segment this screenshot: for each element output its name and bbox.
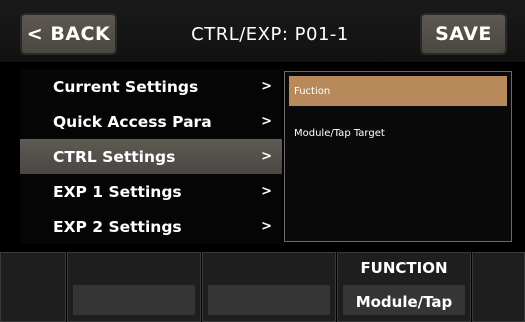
ctrl-exp-screen: < BACK CTRL/EXP: P01-1 SAVE Current Sett… — [0, 0, 525, 322]
back-button[interactable]: < BACK — [20, 13, 117, 55]
param-slot-left-edge[interactable] — [0, 252, 66, 322]
chevron-right-icon: > — [261, 149, 272, 164]
param-slot-right-edge[interactable] — [472, 252, 525, 322]
menu-item-exp1-settings[interactable]: EXP 1 Settings > — [20, 174, 282, 209]
menu-item-label: EXP 2 Settings — [53, 217, 182, 236]
param-slot-2[interactable] — [202, 252, 336, 322]
menu-item-current-settings[interactable]: Current Settings > — [20, 69, 282, 104]
chevron-right-icon: > — [261, 219, 272, 234]
menu-item-label: Current Settings — [53, 77, 199, 96]
param-value-box — [73, 285, 195, 315]
chevron-right-icon: > — [261, 184, 272, 199]
menu-item-ctrl-settings[interactable]: CTRL Settings > — [20, 139, 282, 174]
page-title: CTRL/EXP: P01-1 — [191, 23, 349, 45]
function-value: Module/Tap — [355, 293, 453, 311]
function-label: FUNCTION — [360, 259, 448, 277]
menu-item-label: Quick Access Para — [53, 112, 212, 131]
menu-item-exp2-settings[interactable]: EXP 2 Settings > — [20, 209, 282, 244]
save-button[interactable]: SAVE — [420, 13, 507, 55]
settings-menu: Current Settings > Quick Access Para > C… — [20, 69, 282, 244]
header-bar: < BACK CTRL/EXP: P01-1 SAVE — [0, 0, 525, 62]
detail-panel: Fuction Module/Tap Target — [284, 71, 512, 242]
chevron-right-icon: > — [261, 114, 272, 129]
param-value-box — [208, 285, 330, 315]
chevron-right-icon: > — [261, 79, 272, 94]
detail-item-module-tap-target[interactable]: Module/Tap Target — [289, 118, 507, 148]
menu-item-label: CTRL Settings — [53, 147, 176, 166]
param-slot-function[interactable]: FUNCTION Module/Tap — [337, 252, 471, 322]
parameter-bar: FUNCTION Module/Tap — [0, 252, 525, 322]
detail-item-function[interactable]: Fuction — [289, 76, 507, 106]
menu-item-label: EXP 1 Settings — [53, 182, 182, 201]
param-slot-1[interactable] — [67, 252, 201, 322]
menu-item-quick-access-para[interactable]: Quick Access Para > — [20, 104, 282, 139]
